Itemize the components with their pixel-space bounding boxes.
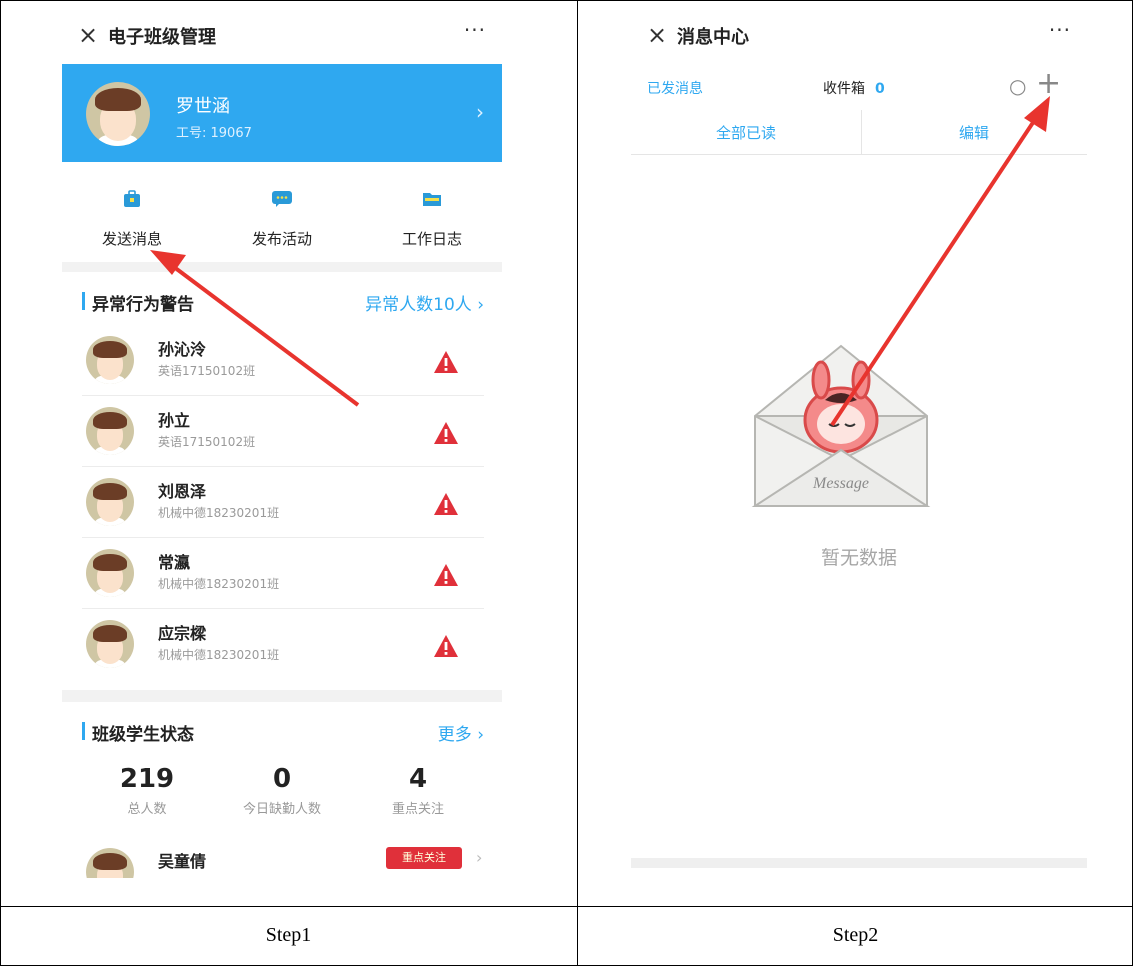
- table-row[interactable]: 应宗樑机械中德18230201班: [62, 610, 502, 680]
- more-icon[interactable]: ···: [1049, 18, 1071, 42]
- envelope-text: Message: [812, 475, 869, 492]
- page-title: 消息中心: [677, 27, 749, 48]
- step1-caption: Step1: [265, 924, 312, 946]
- more-link[interactable]: 更多 ›: [438, 720, 484, 745]
- abnormal-count-link[interactable]: 异常人数10人 ›: [365, 290, 484, 315]
- work-log-button[interactable]: 工作日志: [372, 190, 492, 249]
- student-name: 刘恩泽: [158, 482, 207, 501]
- tab-sent[interactable]: 已发消息: [647, 78, 703, 98]
- section-marker: [82, 722, 85, 740]
- send-message-button[interactable]: 发送消息: [72, 190, 192, 249]
- publish-activity-button[interactable]: 发布活动: [222, 190, 342, 249]
- publish-activity-label: 发布活动: [251, 230, 312, 248]
- warning-icon[interactable]: [432, 419, 460, 447]
- profile-name: 罗世涵: [176, 96, 230, 117]
- student-name: 孙立: [158, 411, 191, 430]
- warning-icon[interactable]: [432, 490, 460, 518]
- add-icon[interactable]: +: [1036, 66, 1061, 101]
- stat-label: 重点关注: [391, 802, 444, 817]
- folder-icon: [423, 193, 441, 206]
- message-tabs: 已发消息 收件箱 0 ○ +: [631, 64, 1087, 111]
- student-name: 常瀛: [158, 553, 191, 572]
- student-class: 机械中德18230201班: [158, 648, 280, 662]
- chevron-right-icon: ›: [476, 100, 484, 124]
- avatar: [86, 478, 134, 526]
- top-bar: × 电子班级管理 ···: [62, 8, 502, 64]
- status-title: 班级学生状态: [92, 725, 194, 745]
- divider: [82, 537, 484, 538]
- close-icon[interactable]: ×: [647, 21, 667, 49]
- avatar: [86, 549, 134, 597]
- step2-caption: Step2: [832, 924, 879, 946]
- bottom-bar: [631, 858, 1087, 868]
- step1-screen: × 电子班级管理 ··· 罗世涵 工号: 19067 › 发送消息 发布活动 工…: [62, 8, 502, 878]
- student-class: 机械中德18230201班: [158, 506, 280, 520]
- status-header: 班级学生状态 更多 ›: [62, 702, 502, 756]
- avatar: [86, 407, 134, 455]
- warning-icon[interactable]: [432, 632, 460, 660]
- table-row[interactable]: 刘恩泽机械中德18230201班: [62, 468, 502, 538]
- warning-icon[interactable]: [432, 348, 460, 376]
- work-log-label: 工作日志: [401, 230, 462, 248]
- divider: [82, 395, 484, 396]
- student-class: 机械中德18230201班: [158, 577, 280, 591]
- stat-value: 4: [408, 764, 428, 794]
- stats-row: 219 总人数 0 今日缺勤人数 4 重点关注: [62, 764, 502, 834]
- row-divider: [0, 906, 1133, 907]
- edit-button[interactable]: 编辑: [861, 122, 1087, 143]
- chat-icon: [272, 191, 292, 207]
- more-icon[interactable]: ···: [464, 18, 486, 42]
- section-marker: [82, 292, 85, 310]
- briefcase-icon: [124, 190, 140, 207]
- top-bar: × 消息中心 ···: [631, 8, 1087, 64]
- warnings-header: 异常行为警告 异常人数10人 ›: [62, 272, 502, 326]
- avatar: [86, 82, 150, 146]
- chevron-right-icon: ›: [476, 848, 483, 867]
- student-class: 英语17150102班: [158, 364, 256, 378]
- warning-icon[interactable]: [432, 561, 460, 589]
- message-ops: 全部已读 编辑: [631, 110, 1087, 155]
- warnings-section: 异常行为警告 异常人数10人 › 孙沁泠 英语17150102班 孙立 英语17150…: [62, 272, 502, 690]
- focus-tag[interactable]: 重点关注: [386, 847, 462, 869]
- inbox-count: 0: [875, 81, 885, 97]
- table-row[interactable]: 常瀛机械中德18230201班: [62, 539, 502, 609]
- profile-card[interactable]: 罗世涵 工号: 19067 ›: [62, 64, 502, 162]
- search-icon[interactable]: ○: [1009, 74, 1026, 98]
- mark-all-read-button[interactable]: 全部已读: [631, 122, 861, 143]
- status-section: 班级学生状态 更多 › 219 总人数 0 今日缺勤人数 4 重点关注 吴童倩 …: [62, 702, 502, 878]
- divider: [82, 466, 484, 467]
- divider: [82, 608, 484, 609]
- avatar: [86, 336, 134, 384]
- column-divider: [577, 0, 578, 966]
- tab-inbox[interactable]: 收件箱 0: [823, 78, 885, 98]
- warnings-title: 异常行为警告: [92, 295, 194, 315]
- avatar: [86, 848, 134, 878]
- avatar: [86, 620, 134, 668]
- step2-screen: × 消息中心 ··· 已发消息 收件箱 0 ○ + 全部已读 编辑 Message…: [631, 8, 1087, 868]
- table-row[interactable]: 孙立英语17150102班: [62, 397, 502, 467]
- empty-text: 暂无数据: [820, 547, 897, 569]
- student-class: 英语17150102班: [158, 435, 256, 449]
- empty-envelope-illustration: Message: [751, 344, 931, 507]
- profile-job-number: 工号: 19067: [176, 126, 252, 141]
- quick-actions: 发送消息 发布活动 工作日志: [62, 162, 502, 262]
- stat-focus[interactable]: 4 重点关注: [338, 764, 498, 817]
- table-row[interactable]: 孙沁泠英语17150102班: [62, 326, 502, 396]
- student-name: 吴童倩: [158, 852, 207, 871]
- student-name: 孙沁泠: [158, 340, 207, 359]
- student-name: 应宗樑: [158, 624, 207, 643]
- close-icon[interactable]: ×: [78, 21, 98, 49]
- tab-inbox-label: 收件箱: [823, 81, 865, 97]
- send-message-label: 发送消息: [101, 230, 162, 248]
- page-title: 电子班级管理: [108, 27, 216, 48]
